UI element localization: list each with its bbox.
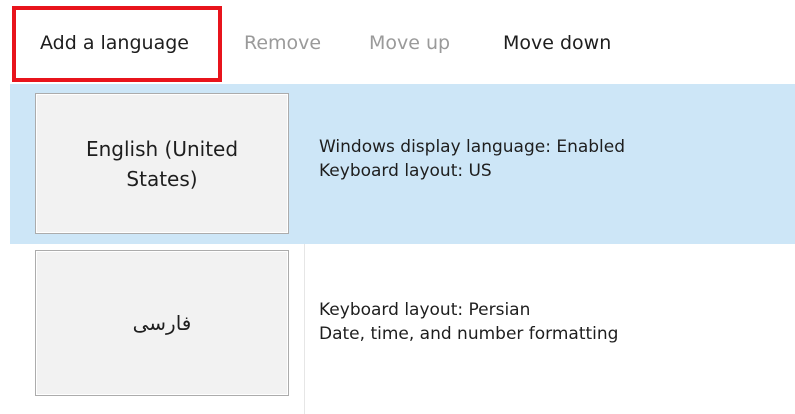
row-divider xyxy=(304,244,305,414)
remove-button[interactable]: Remove xyxy=(244,28,321,58)
formatting-status: Date, time, and number formatting xyxy=(319,324,619,344)
move-up-button[interactable]: Move up xyxy=(369,28,450,58)
move-down-button[interactable]: Move down xyxy=(503,28,611,58)
language-name: English (United States) xyxy=(85,136,239,191)
language-toolbar: Add a language Remove Move up Move down xyxy=(0,0,795,84)
language-tile-english[interactable]: English (United States) xyxy=(35,93,289,234)
language-list: English (United States) Windows display … xyxy=(10,84,795,414)
language-row-english[interactable]: English (United States) Windows display … xyxy=(10,84,795,244)
language-row-persian[interactable]: فارسی Keyboard layout: Persian Date, tim… xyxy=(10,244,795,414)
keyboard-layout-status: Keyboard layout: Persian xyxy=(319,300,531,320)
language-details: Keyboard layout: Persian Date, time, and… xyxy=(319,298,618,346)
display-language-status: Windows display language: Enabled xyxy=(319,137,626,157)
language-preferences-window: Add a language Remove Move up Move down … xyxy=(0,0,795,414)
language-tile-persian[interactable]: فارسی xyxy=(35,250,289,396)
add-language-button[interactable]: Add a language xyxy=(40,28,189,58)
language-name: فارسی xyxy=(132,311,192,335)
keyboard-layout-status: Keyboard layout: US xyxy=(319,161,492,181)
language-details: Windows display language: Enabled Keyboa… xyxy=(319,135,625,183)
